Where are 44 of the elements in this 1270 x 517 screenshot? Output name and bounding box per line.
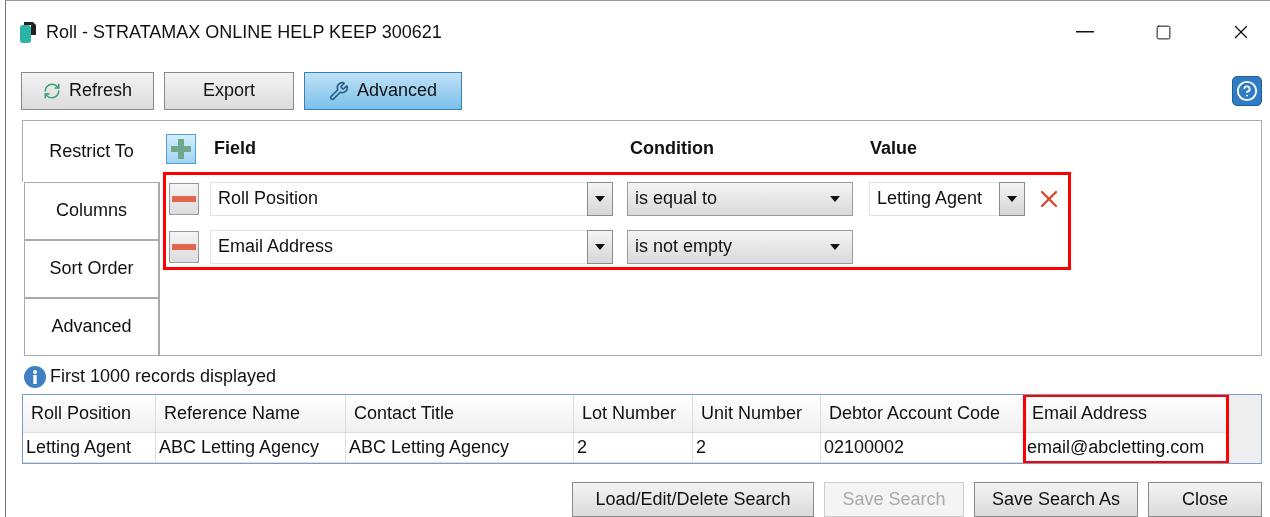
toolbar-button[interactable]: Advanced xyxy=(304,71,462,110)
info-message: First 1000 records displayed xyxy=(50,366,277,388)
dialog-button[interactable]: Load/Edit/Delete Search xyxy=(572,482,814,517)
caret-icon xyxy=(830,195,840,202)
caret-icon xyxy=(595,243,605,250)
maximize-icon xyxy=(1154,23,1172,41)
column-header: Unit Number xyxy=(693,394,821,433)
add-button[interactable] xyxy=(166,133,196,164)
column-header: Contact Title xyxy=(346,394,574,433)
tab[interactable]: Sort Order xyxy=(24,239,159,298)
wrench-icon xyxy=(328,80,349,101)
toolbar-button[interactable]: Refresh xyxy=(21,71,154,110)
minus-icon xyxy=(172,195,196,202)
column-header: Value xyxy=(870,138,919,160)
refresh-icon xyxy=(43,81,61,100)
toolbar-button[interactable]: Export xyxy=(164,71,294,110)
condition-dropdown[interactable]: is not empty xyxy=(627,229,853,264)
caret-icon xyxy=(595,195,605,202)
minus-icon xyxy=(172,243,196,250)
caret-icon xyxy=(830,243,840,250)
condition-dropdown[interactable]: is equal to xyxy=(627,181,853,216)
remove-button[interactable] xyxy=(169,182,199,215)
value-dropdown[interactable]: Letting Agent xyxy=(869,181,1025,216)
table-cell: email@abcletting.com xyxy=(1024,432,1228,463)
help-button[interactable] xyxy=(1232,75,1262,106)
tab[interactable]: Columns xyxy=(24,181,159,240)
window-title: Roll - STRATAMAX ONLINE HELP KEEP 300621 xyxy=(46,21,443,43)
dialog-button[interactable]: Close xyxy=(1148,482,1262,517)
minimize-icon xyxy=(1076,31,1094,34)
plus-icon xyxy=(171,138,191,159)
column-header: Field xyxy=(214,138,257,160)
field-dropdown[interactable]: Roll Position xyxy=(210,181,613,216)
field-dropdown[interactable]: Email Address xyxy=(210,229,613,264)
column-header: Roll Position xyxy=(23,394,156,433)
info-icon xyxy=(24,365,46,388)
column-header: Condition xyxy=(630,138,715,160)
app-logo-icon xyxy=(20,21,36,44)
tab[interactable]: Restrict To xyxy=(22,119,160,182)
tab[interactable]: Advanced xyxy=(24,297,159,356)
caret-icon xyxy=(1007,195,1017,202)
remove-button[interactable] xyxy=(169,230,199,263)
dialog-button[interactable]: Save Search As xyxy=(974,482,1138,517)
column-header: Reference Name xyxy=(156,394,346,433)
column-header: Lot Number xyxy=(574,394,693,433)
